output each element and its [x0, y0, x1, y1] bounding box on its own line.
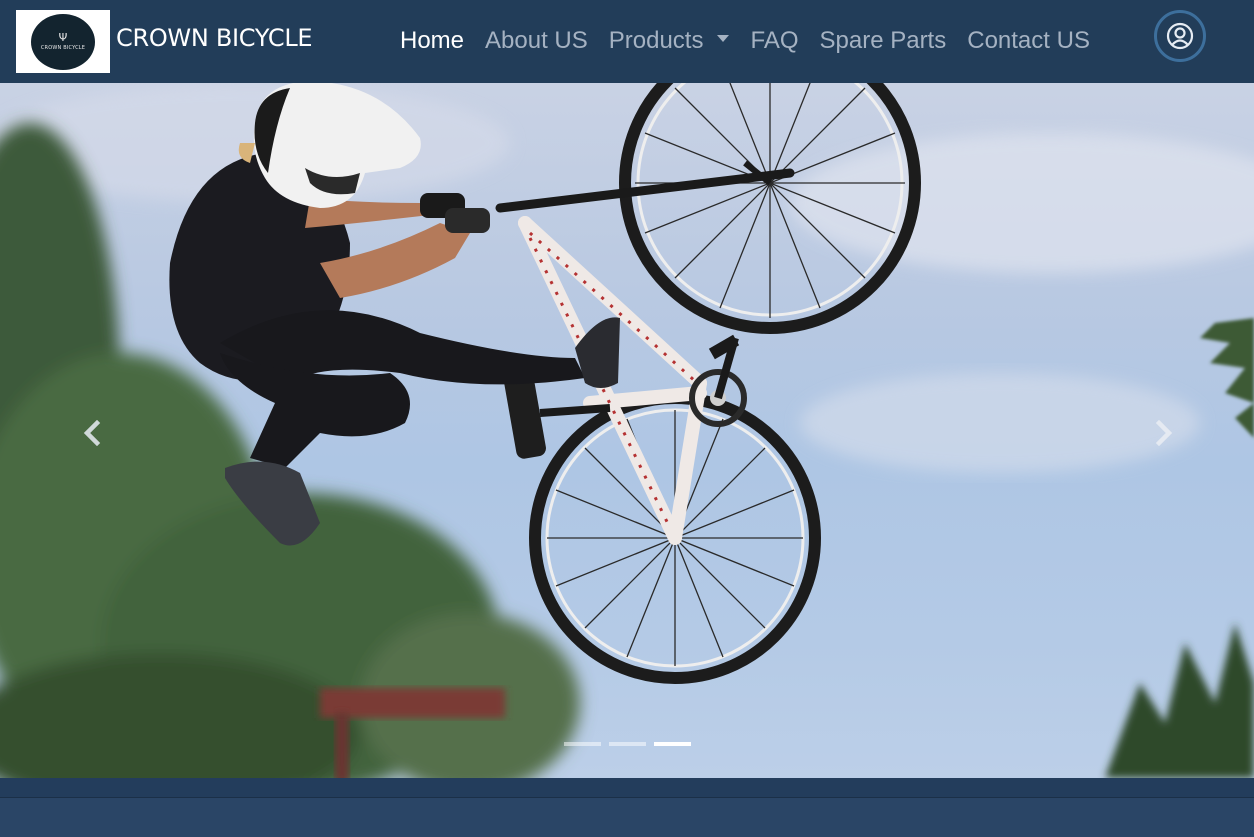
brand-link[interactable]: Ψ CROWN BICYCLE CROWN BICYCLE [16, 10, 313, 73]
carousel-indicator-2[interactable] [609, 742, 646, 746]
user-circle-icon [1166, 22, 1194, 50]
carousel-indicators [564, 742, 699, 746]
carousel-indicator-3[interactable] [654, 742, 691, 746]
section-divider [0, 778, 1254, 798]
brand-name: CROWN BICYCLE [116, 23, 313, 52]
nav-about[interactable]: About US [485, 22, 588, 60]
logo-text: CROWN BICYCLE [40, 45, 86, 51]
nav-products-label: Products [608, 27, 704, 54]
logo-emblem: Ψ CROWN BICYCLE [31, 13, 95, 70]
account-button[interactable] [1154, 10, 1206, 62]
logo-glyph-icon: Ψ [58, 31, 68, 44]
brand-logo: Ψ CROWN BICYCLE [16, 10, 110, 73]
nav-contact[interactable]: Contact US [967, 22, 1090, 60]
chevron-left-icon [83, 420, 101, 446]
nav-faq[interactable]: FAQ [750, 22, 798, 60]
carousel-indicator-1[interactable] [564, 742, 601, 746]
nav-products[interactable]: Products [609, 22, 730, 60]
navbar: Ψ CROWN BICYCLE CROWN BICYCLE Home About… [0, 0, 1254, 83]
nav-spare-parts[interactable]: Spare Parts [820, 22, 947, 60]
chevron-down-icon [717, 35, 730, 43]
carousel-next-button[interactable] [1140, 411, 1190, 455]
next-section [0, 798, 1254, 837]
hero-slide-image [0, 83, 1254, 778]
chevron-right-icon [1155, 420, 1173, 446]
carousel-prev-button[interactable] [66, 411, 116, 455]
nav-home[interactable]: Home [400, 22, 464, 60]
main-nav: Home About US Products FAQ Spare Parts C… [400, 22, 1111, 60]
hero-carousel [0, 83, 1254, 778]
